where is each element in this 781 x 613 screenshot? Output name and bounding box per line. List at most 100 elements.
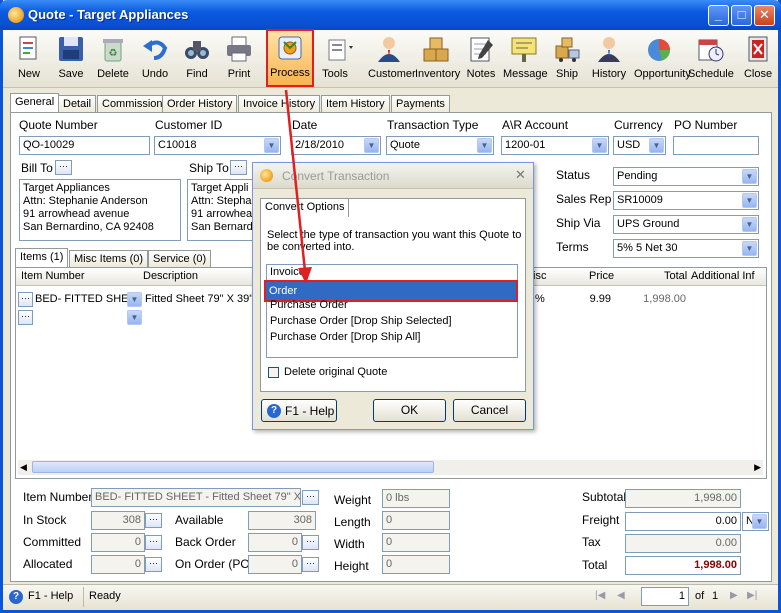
col-price[interactable]: Price	[589, 270, 614, 282]
dialog-help-button[interactable]: ? F1 - Help	[261, 399, 337, 422]
tab-item-history[interactable]: Item History	[321, 95, 390, 113]
allocated-field[interactable]: 0	[91, 555, 145, 574]
chevron-down-icon[interactable]: ▼	[742, 241, 757, 256]
row-price[interactable]: 9.99	[566, 293, 611, 305]
weight-field[interactable]: 0 lbs	[382, 489, 450, 508]
allocated-lookup-button[interactable]: ···	[145, 557, 162, 572]
chevron-down-icon[interactable]: ▼	[742, 217, 757, 232]
tools-button[interactable]: Tools	[316, 32, 364, 86]
length-field[interactable]: 0	[382, 511, 450, 530]
row-total[interactable]: 1,998.00	[626, 293, 686, 305]
col-total[interactable]: Total	[664, 270, 687, 282]
print-button[interactable]: Print	[218, 32, 260, 86]
row-lookup-button[interactable]: ···	[18, 292, 33, 307]
message-button[interactable]: Message	[503, 32, 548, 86]
next-page-icon[interactable]: ▶	[730, 590, 738, 601]
row-item-number[interactable]: BED- FITTED SHEET	[35, 293, 127, 305]
horizontal-scrollbar[interactable]: ◀ ▶	[18, 460, 763, 475]
ship-button[interactable]: Ship	[546, 32, 588, 86]
list-item-purchase-order-drop-ship-selected[interactable]: Purchase Order [Drop Ship Selected]	[269, 314, 515, 330]
maximize-button[interactable]: □	[731, 5, 752, 26]
in-stock-lookup-button[interactable]: ···	[145, 513, 162, 528]
close-toolbar-button[interactable]: Close	[737, 32, 779, 86]
prev-page-icon[interactable]: ◀	[617, 590, 625, 601]
history-button[interactable]: History	[588, 32, 630, 86]
help-icon[interactable]: ?	[9, 590, 23, 604]
transaction-type-field[interactable]: Quote ▼	[386, 136, 494, 155]
customer-id-field[interactable]: C10018 ▼	[154, 136, 281, 155]
col-item-number[interactable]: Item Number	[21, 270, 85, 282]
scroll-left-icon[interactable]: ◀	[20, 462, 27, 473]
ship-to-address[interactable]: Target Appli Attn: Stepha 91 arrowhea Sa…	[187, 179, 257, 241]
back-order-lookup-button[interactable]: ···	[302, 535, 319, 550]
freight-unit-select[interactable]: N ▼	[742, 512, 769, 531]
dialog-close-icon[interactable]: ✕	[515, 167, 526, 183]
tab-general[interactable]: General	[10, 93, 60, 113]
scroll-right-icon[interactable]: ▶	[754, 462, 761, 473]
tab-items[interactable]: Items (1)	[15, 248, 69, 267]
delete-original-checkbox[interactable]	[268, 367, 279, 378]
col-description[interactable]: Description	[143, 270, 198, 282]
list-item-purchase-order[interactable]: Purchase Order	[269, 298, 515, 314]
chevron-down-icon[interactable]: ▼	[127, 310, 142, 325]
chevron-down-icon[interactable]: ▼	[592, 138, 607, 153]
minimize-button[interactable]: _	[708, 5, 729, 26]
width-field[interactable]: 0	[382, 533, 450, 552]
ok-button[interactable]: OK	[373, 399, 446, 422]
col-additional-info[interactable]: Additional Inf	[691, 270, 755, 282]
list-item-purchase-order-drop-ship-all[interactable]: Purchase Order [Drop Ship All]	[269, 330, 515, 346]
find-button[interactable]: Find	[176, 32, 218, 86]
item-number-field[interactable]: BED- FITTED SHEET - Fitted Sheet 79" X 3…	[91, 488, 301, 507]
tab-payments[interactable]: Payments	[391, 95, 450, 113]
height-field[interactable]: 0	[382, 555, 450, 574]
on-order-lookup-button[interactable]: ···	[302, 557, 319, 572]
schedule-button[interactable]: Schedule	[688, 32, 734, 86]
ship-to-lookup-button[interactable]: ···	[230, 160, 247, 175]
chevron-down-icon[interactable]: ▼	[742, 193, 757, 208]
last-page-icon[interactable]: ▶|	[747, 590, 757, 601]
sales-rep-field[interactable]: SR10009 ▼	[613, 191, 759, 210]
tab-detail[interactable]: Detail	[58, 95, 97, 113]
row-disc[interactable]: %	[535, 293, 545, 305]
row-description[interactable]: Fitted Sheet 79" X 39"	[145, 293, 255, 305]
close-button[interactable]: ✕	[754, 5, 775, 26]
scroll-thumb[interactable]	[32, 461, 434, 473]
subtotal-field[interactable]: 1,998.00	[625, 489, 741, 508]
cancel-button[interactable]: Cancel	[453, 399, 526, 422]
committed-field[interactable]: 0	[91, 533, 145, 552]
chevron-down-icon[interactable]: ▼	[477, 138, 492, 153]
status-field[interactable]: Pending ▼	[613, 167, 759, 186]
available-field[interactable]: 308	[248, 511, 316, 530]
chevron-down-icon[interactable]: ▼	[127, 292, 142, 307]
back-order-field[interactable]: 0	[248, 533, 302, 552]
new-button[interactable]: New	[8, 32, 50, 86]
new-row-lookup-button[interactable]: ···	[18, 310, 33, 325]
committed-lookup-button[interactable]: ···	[145, 535, 162, 550]
tax-field[interactable]: 0.00	[625, 534, 741, 553]
currency-field[interactable]: USD ▼	[613, 136, 666, 155]
tab-misc-items[interactable]: Misc Items (0)	[69, 250, 149, 268]
in-stock-field[interactable]: 308	[91, 511, 145, 530]
chevron-down-icon[interactable]: ▼	[752, 514, 767, 529]
notes-button[interactable]: Notes	[460, 32, 502, 86]
ship-via-field[interactable]: UPS Ground ▼	[613, 215, 759, 234]
first-page-icon[interactable]: |◀	[595, 590, 605, 601]
bill-to-lookup-button[interactable]: ···	[55, 160, 72, 175]
save-button[interactable]: Save	[50, 32, 92, 86]
chevron-down-icon[interactable]: ▼	[649, 138, 664, 153]
title-bar[interactable]: Quote - Target Appliances _ □ ✕	[0, 0, 781, 30]
quote-number-field[interactable]: QO-10029	[19, 136, 150, 155]
tab-commission[interactable]: Commission	[97, 95, 168, 113]
po-number-field[interactable]	[673, 136, 759, 155]
col-disc[interactable]: isc	[533, 270, 546, 282]
page-number-field[interactable]: 1	[641, 587, 689, 606]
chevron-down-icon[interactable]: ▼	[364, 138, 379, 153]
customer-button[interactable]: Customer	[368, 32, 416, 86]
total-field[interactable]: 1,998.00	[625, 556, 741, 575]
bill-to-address[interactable]: Target Appliances Attn: Stephanie Anders…	[19, 179, 181, 241]
on-order-field[interactable]: 0	[248, 555, 302, 574]
tab-service[interactable]: Service (0)	[148, 250, 212, 268]
delete-button[interactable]: ♻ Delete	[92, 32, 134, 86]
chevron-down-icon[interactable]: ▼	[742, 169, 757, 184]
terms-field[interactable]: 5% 5 Net 30 ▼	[613, 239, 759, 258]
